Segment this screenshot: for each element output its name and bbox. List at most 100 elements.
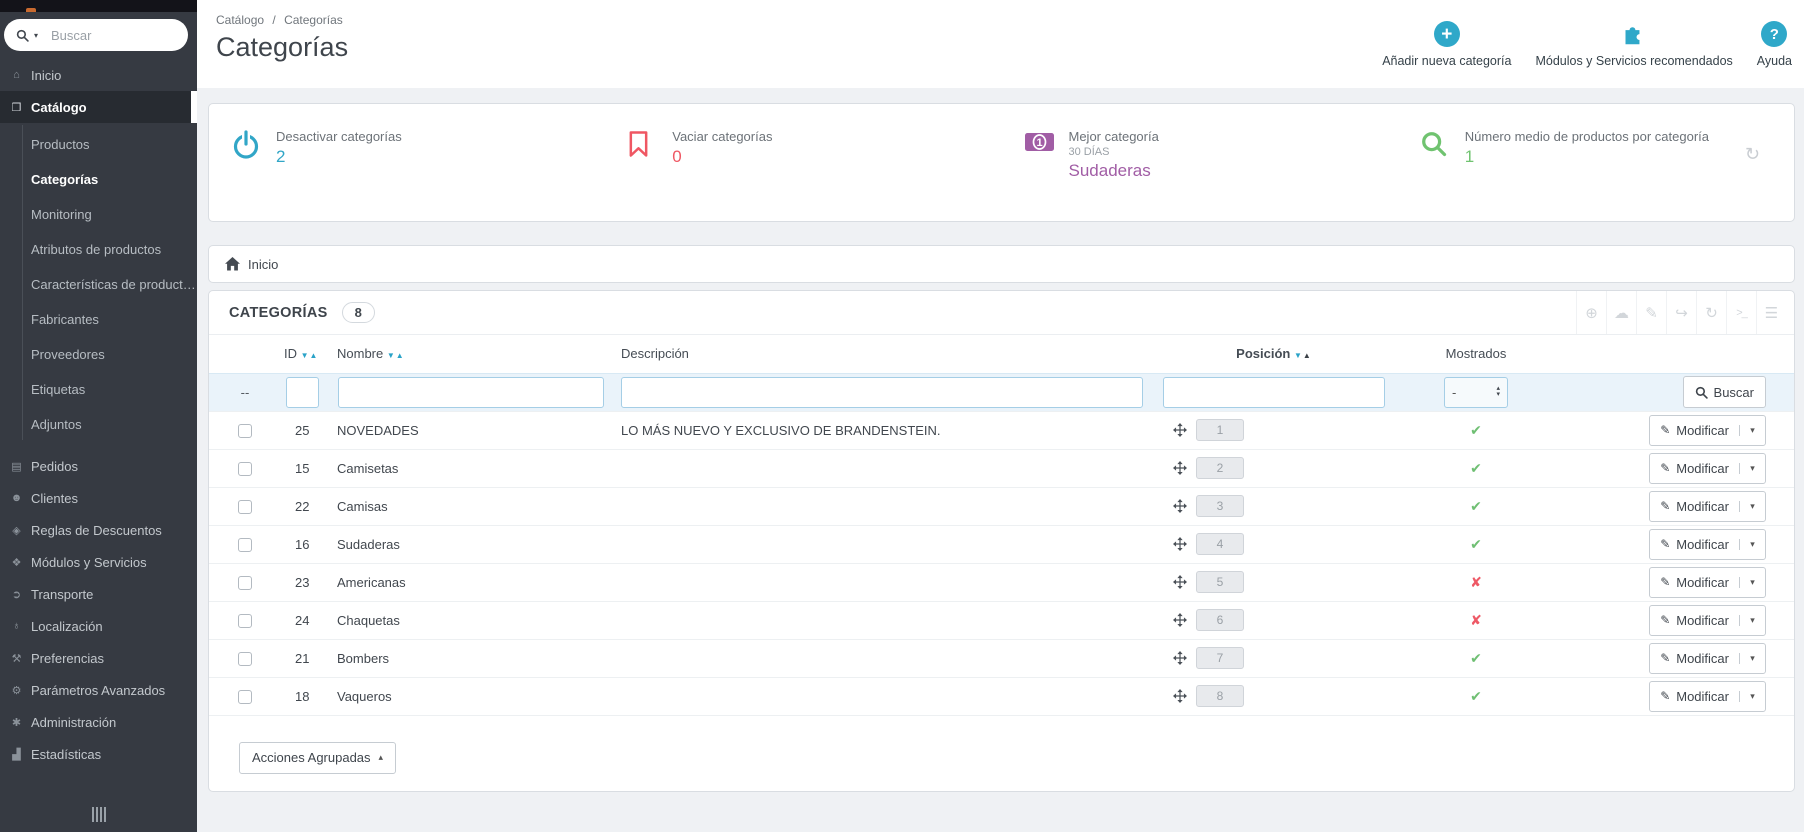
category-tree-home-bar[interactable]: Inicio [208, 245, 1795, 283]
modify-button[interactable]: ✎ Modificar [1650, 499, 1739, 514]
sql-icon[interactable]: ☰ [1756, 291, 1786, 334]
row-checkbox[interactable] [238, 461, 252, 476]
row-dropdown-caret[interactable]: ▾ [1739, 652, 1765, 664]
modify-button[interactable]: ✎ Modificar [1650, 651, 1739, 666]
sidebar-item-modulos[interactable]: ❖ Módulos y Servicios [0, 546, 197, 578]
move-icon[interactable] [1173, 423, 1187, 437]
help-button[interactable]: ? Ayuda [1757, 21, 1792, 68]
sidebar-item-clientes[interactable]: ☻ Clientes [0, 482, 197, 514]
position-badge[interactable]: 5 [1196, 571, 1244, 593]
move-icon[interactable] [1173, 575, 1187, 589]
position-badge[interactable]: 2 [1196, 457, 1244, 479]
sidebar-item-proveedores[interactable]: Proveedores [0, 337, 197, 372]
sidebar-item-atributos[interactable]: Atributos de productos [0, 232, 197, 267]
sidebar-search[interactable]: ▾ Buscar [4, 19, 188, 51]
sidebar-item-localizacion[interactable]: ♁ Localización [0, 610, 197, 642]
position-badge[interactable]: 7 [1196, 647, 1244, 669]
position-badge[interactable]: 8 [1196, 685, 1244, 707]
sidebar-item-parametros-avanzados[interactable]: ⚙ Parámetros Avanzados [0, 674, 197, 706]
modify-button[interactable]: ✎ Modificar [1650, 461, 1739, 476]
add-category-button[interactable]: + Añadir nueva categoría [1382, 21, 1511, 68]
move-icon[interactable] [1173, 537, 1187, 551]
sidebar-item-monitoring[interactable]: Monitoring [0, 197, 197, 232]
shown-status-icon[interactable]: ✔ [1470, 460, 1482, 476]
row-dropdown-caret[interactable]: ▾ [1739, 462, 1765, 474]
cell-id: 18 [281, 677, 337, 716]
move-icon[interactable] [1173, 613, 1187, 627]
row-dropdown-caret[interactable]: ▾ [1739, 576, 1765, 588]
move-icon[interactable] [1173, 689, 1187, 703]
row-checkbox[interactable] [238, 423, 252, 438]
sidebar-item-transporte[interactable]: ➲ Transporte [0, 578, 197, 610]
shown-status-icon[interactable]: ✔ [1470, 536, 1482, 552]
position-badge[interactable]: 4 [1196, 533, 1244, 555]
shown-status-icon[interactable]: ✔ [1470, 688, 1482, 704]
terminal-icon[interactable]: >_ [1726, 291, 1756, 334]
edit-icon[interactable]: ✎ [1636, 291, 1666, 334]
modify-button[interactable]: ✎ Modificar [1650, 423, 1739, 438]
refresh-icon[interactable]: ↻ [1696, 291, 1726, 334]
column-header-posicion[interactable]: Posición ▼▲ [1157, 335, 1391, 373]
shown-status-icon[interactable]: ✔ [1470, 422, 1482, 438]
sidebar-item-estadisticas[interactable]: ▟ Estadísticas [0, 738, 197, 770]
shown-status-icon[interactable]: ✔ [1470, 650, 1482, 666]
breadcrumb-parent[interactable]: Catálogo [216, 13, 264, 27]
row-checkbox[interactable] [238, 689, 252, 704]
column-header-nombre[interactable]: Nombre ▼▲ [337, 335, 617, 373]
row-checkbox[interactable] [238, 537, 252, 552]
sidebar-item-administracion[interactable]: ✱ Administración [0, 706, 197, 738]
search-placeholder[interactable]: Buscar [51, 28, 91, 43]
modify-button[interactable]: ✎ Modificar [1650, 537, 1739, 552]
position-badge[interactable]: 6 [1196, 609, 1244, 631]
grouped-actions-button[interactable]: Acciones Agrupadas ▴ [239, 741, 397, 774]
sidebar-item-inicio[interactable]: ⌂ Inicio [0, 59, 197, 91]
row-dropdown-caret[interactable]: ▾ [1739, 614, 1765, 626]
sidebar-item-caracteristicas[interactable]: Características de product… [0, 267, 197, 302]
kpi-refresh-icon[interactable]: ↻ [1745, 144, 1760, 165]
modify-button[interactable]: ✎ Modificar [1650, 689, 1739, 704]
move-icon[interactable] [1173, 651, 1187, 665]
filter-id-input[interactable] [286, 376, 319, 408]
move-icon[interactable] [1173, 499, 1187, 513]
row-checkbox[interactable] [238, 613, 252, 628]
row-checkbox[interactable] [238, 651, 252, 666]
sidebar-item-catalogo[interactable]: ❒ Catálogo [0, 91, 197, 123]
row-dropdown-caret[interactable]: ▾ [1739, 424, 1765, 436]
filter-name-input[interactable] [338, 376, 604, 408]
position-badge[interactable]: 3 [1196, 495, 1244, 517]
sidebar-item-productos[interactable]: Productos [0, 127, 197, 162]
grouped-actions-label: Acciones Agrupadas [252, 750, 371, 765]
row-dropdown-caret[interactable]: ▾ [1739, 500, 1765, 512]
shown-status-icon[interactable]: ✔ [1470, 498, 1482, 514]
position-badge[interactable]: 1 [1196, 419, 1244, 441]
add-icon[interactable]: ⊕ [1576, 291, 1606, 334]
sidebar-item-preferencias[interactable]: ⚒ Preferencias [0, 642, 197, 674]
sidebar-item-categorias[interactable]: Categorías [0, 162, 197, 197]
filter-description-input[interactable] [621, 376, 1143, 408]
filter-shown-select[interactable]: - ▴ ▾ [1444, 376, 1508, 408]
column-header-id[interactable]: ID ▼▲ [281, 335, 337, 373]
export-icon[interactable]: ↪ [1666, 291, 1696, 334]
row-dropdown-caret[interactable]: ▾ [1739, 690, 1765, 702]
sidebar-item-reglas-descuentos[interactable]: ◈ Reglas de Descuentos [0, 514, 197, 546]
filter-search-button[interactable]: Buscar [1682, 376, 1766, 408]
row-checkbox[interactable] [238, 575, 252, 590]
modify-button[interactable]: ✎ Modificar [1650, 613, 1739, 628]
sidebar-collapse-handle[interactable] [91, 807, 106, 822]
shown-status-icon[interactable]: ✘ [1470, 574, 1482, 590]
sidebar-item-fabricantes[interactable]: Fabricantes [0, 302, 197, 337]
move-icon[interactable] [1173, 461, 1187, 475]
sidebar-item-pedidos[interactable]: ▤ Pedidos [0, 450, 197, 482]
row-dropdown-caret[interactable]: ▾ [1739, 538, 1765, 550]
row-checkbox[interactable] [238, 499, 252, 514]
sidebar-item-adjuntos[interactable]: Adjuntos [0, 407, 197, 442]
filter-position-input[interactable] [1163, 376, 1385, 408]
filter-row: -- - ▴ ▾ Buscar [209, 372, 1794, 412]
shown-status-icon[interactable]: ✘ [1470, 612, 1482, 628]
recommended-modules-button[interactable]: Módulos y Servicios recomendados [1535, 20, 1733, 68]
search-scope-caret-icon[interactable]: ▾ [34, 31, 38, 40]
modify-label: Modificar [1676, 574, 1729, 590]
import-icon[interactable]: ☁ [1606, 291, 1636, 334]
modify-button[interactable]: ✎ Modificar [1650, 575, 1739, 590]
sidebar-item-etiquetas[interactable]: Etiquetas [0, 372, 197, 407]
